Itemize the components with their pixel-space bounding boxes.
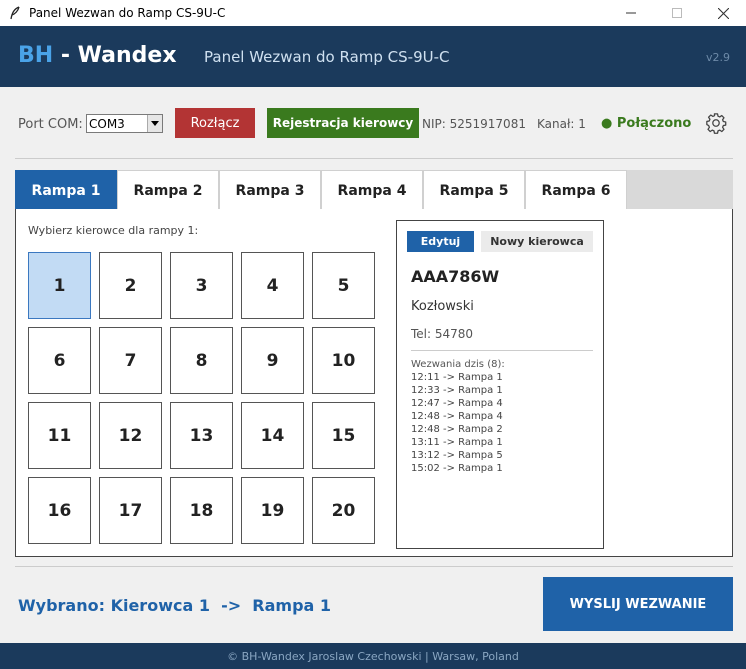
footer-text: © BH-Wandex Jaroslaw Czechowski | Warsaw… [227,649,519,663]
close-icon[interactable] [700,0,746,26]
divider [15,566,733,567]
driver-button-4[interactable]: 4 [241,252,304,319]
header-subtitle: Panel Wezwan do Ramp CS-9U-C [204,48,450,66]
choose-driver-label: Wybierz kierowce dla rampy 1: [28,224,199,237]
driver-button-13[interactable]: 13 [170,402,233,469]
ramp-tabs: Rampa 1 Rampa 2 Rampa 3 Rampa 4 Rampa 5 … [15,170,733,210]
driver-button-12[interactable]: 12 [99,402,162,469]
window-title: Panel Wezwan do Ramp CS-9U-C [29,6,226,20]
license-plate: AAA786W [411,267,500,286]
calls-list: 12:11 -> Rampa 1 12:33 -> Rampa 1 12:47 … [411,371,503,475]
send-call-button[interactable]: WYSLIJ WEZWANIE [543,577,733,631]
driver-phone: Tel: 54780 [411,327,474,341]
chevron-down-icon[interactable] [147,115,162,132]
list-item: 12:48 -> Rampa 4 [411,411,503,422]
port-value: COM3 [89,116,125,131]
maximize-icon[interactable] [654,0,700,26]
port-label: Port COM: [18,117,83,132]
brand-dash: - [60,43,70,68]
toolbar: Port COM: COM3 Rozłącz Rejestracja kiero… [0,87,746,159]
driver-button-9[interactable]: 9 [241,327,304,394]
tab-new-driver[interactable]: Nowy kierowca [481,231,593,252]
driver-button-14[interactable]: 14 [241,402,304,469]
driver-button-1[interactable]: 1 [28,252,91,319]
app-footer: © BH-Wandex Jaroslaw Czechowski | Warsaw… [0,643,746,669]
version-label: v2.9 [705,51,730,64]
list-item: 12:47 -> Rampa 4 [411,398,503,409]
port-select[interactable]: COM3 [86,114,163,133]
gear-icon[interactable] [705,112,727,134]
nip-label: NIP: 5251917081 [422,117,526,131]
driver-button-18[interactable]: 18 [170,477,233,544]
driver-button-17[interactable]: 17 [99,477,162,544]
brand-logo: BH - Wandex [18,43,177,68]
list-item: 12:48 -> Rampa 2 [411,424,503,435]
list-item: 13:11 -> Rampa 1 [411,437,503,448]
window-controls [608,0,746,26]
driver-button-7[interactable]: 7 [99,327,162,394]
list-item: 15:02 -> Rampa 1 [411,463,503,474]
minimize-icon[interactable] [608,0,654,26]
tab-rampa-1[interactable]: Rampa 1 [15,170,117,210]
brand-name: Wandex [77,43,177,68]
list-item: 12:33 -> Rampa 1 [411,385,503,396]
feather-icon [9,6,21,20]
disconnect-button[interactable]: Rozłącz [175,108,255,138]
tab-rampa-4[interactable]: Rampa 4 [321,170,423,210]
driver-button-3[interactable]: 3 [170,252,233,319]
list-item: 13:12 -> Rampa 5 [411,450,503,461]
driver-button-6[interactable]: 6 [28,327,91,394]
driver-grid: 1 2 3 4 5 6 7 8 9 10 11 12 13 14 15 16 1… [28,252,375,544]
tab-edit[interactable]: Edytuj [407,231,474,252]
app-header: BH - Wandex Panel Wezwan do Ramp CS-9U-C… [0,26,746,87]
driver-button-2[interactable]: 2 [99,252,162,319]
driver-button-11[interactable]: 11 [28,402,91,469]
tab-rampa-5[interactable]: Rampa 5 [423,170,525,210]
divider [15,158,733,159]
driver-button-19[interactable]: 19 [241,477,304,544]
driver-card: Edytuj Nowy kierowca AAA786W Kozłowski T… [396,220,604,549]
driver-button-5[interactable]: 5 [312,252,375,319]
ramp-panel: Wybierz kierowce dla rampy 1: 1 2 3 4 5 … [15,209,733,557]
driver-button-8[interactable]: 8 [170,327,233,394]
selection-summary: Wybrano: Kierowca 1 -> Rampa 1 [18,596,332,615]
driver-button-10[interactable]: 10 [312,327,375,394]
connection-status: ● Połączono [601,116,692,131]
tab-rampa-2[interactable]: Rampa 2 [117,170,219,210]
driver-name: Kozłowski [411,299,474,314]
list-item: 12:11 -> Rampa 1 [411,372,503,383]
tab-rampa-3[interactable]: Rampa 3 [219,170,321,210]
tab-rampa-6[interactable]: Rampa 6 [525,170,627,210]
driver-button-15[interactable]: 15 [312,402,375,469]
divider [411,350,593,351]
channel-label: Kanał: 1 [537,117,586,131]
register-driver-button[interactable]: Rejestracja kierowcy [267,108,419,138]
driver-button-20[interactable]: 20 [312,477,375,544]
driver-button-16[interactable]: 16 [28,477,91,544]
brand-prefix: BH [18,43,54,68]
window-titlebar: Panel Wezwan do Ramp CS-9U-C [0,0,746,26]
calls-title: Wezwania dzis (8): [411,359,505,370]
